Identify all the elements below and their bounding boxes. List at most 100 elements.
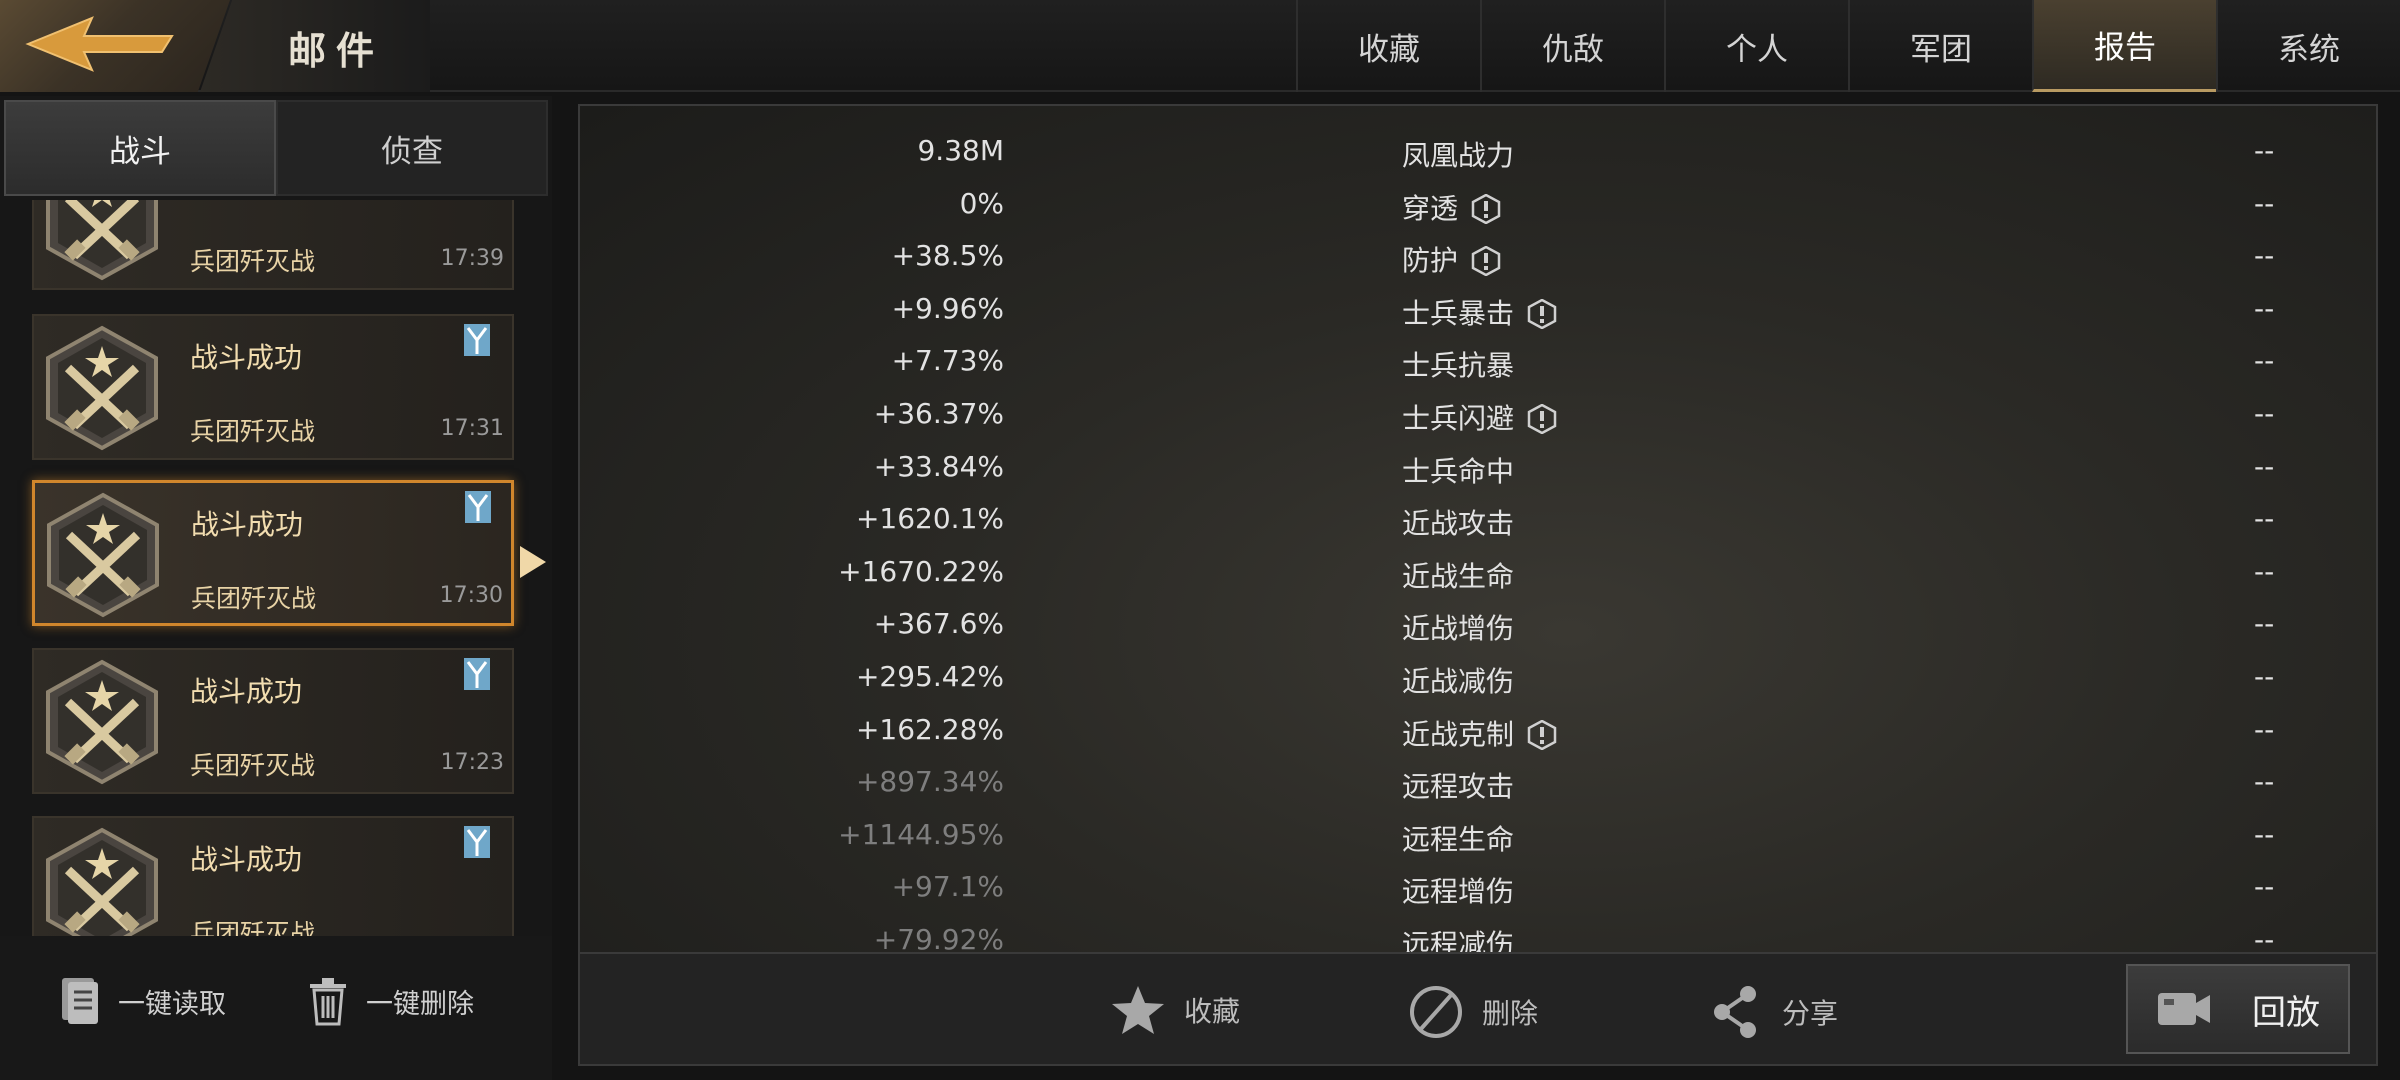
back-arrow-icon [25, 16, 174, 72]
stat-opponent-value: -- [2254, 239, 2275, 273]
mail-item[interactable]: 战斗成功 兵团歼灭战 [32, 816, 514, 936]
stat-value: +162.28% [855, 712, 1004, 746]
mail-time: 17:39 [440, 246, 504, 271]
report-stats-table[interactable]: 9.38M 凤凰战力 -- 0% 穿透 -- +38.5% 防护 -- +9.9… [580, 106, 2376, 952]
mail-item[interactable]: 战斗成功 兵团歼灭战 17:31 [32, 314, 514, 460]
info-icon[interactable] [1527, 719, 1557, 750]
share-label: 分享 [1782, 997, 1839, 1030]
stat-row: +1620.1% 近战攻击 -- [580, 496, 2376, 548]
stat-name: 士兵抗暴 [1402, 349, 1515, 383]
stat-name: 远程减伤 [1402, 928, 1515, 952]
stat-value: 0% [959, 186, 1004, 220]
stat-opponent-value: -- [2254, 397, 2275, 430]
mail-subtitle: 兵团歼灭战 [190, 751, 316, 780]
page-title: 邮件 [288, 29, 385, 73]
stat-row: +1670.22% 近战生命 -- [580, 549, 2376, 601]
stat-opponent-value: -- [2254, 134, 2275, 167]
stat-value: +97.1% [891, 870, 1004, 904]
mail-item[interactable]: 战斗成功 兵团歼灭战 17:23 [32, 648, 514, 794]
stat-value: 9.38M [917, 134, 1004, 167]
tab-legion[interactable]: 军团 [1848, 0, 2032, 92]
stat-name: 防护 [1402, 244, 1459, 278]
stat-value: +1144.95% [838, 817, 1004, 851]
stat-opponent-value: -- [2254, 449, 2275, 483]
mail-time: 17:30 [439, 583, 503, 608]
stat-name-wrap: 远程攻击 [1402, 765, 1514, 805]
info-icon[interactable] [1527, 298, 1557, 329]
battle-medal-icon [40, 200, 164, 282]
legion-flag-icon [462, 824, 492, 860]
stat-name: 近战生命 [1402, 559, 1515, 593]
delete-label: 删除 [1482, 997, 1539, 1030]
stat-name-wrap: 近战克制 [1402, 713, 1557, 753]
stat-value: +36.37% [873, 397, 1004, 430]
stat-row-partial [580, 106, 2376, 124]
stat-row: 9.38M 凤凰战力 -- [580, 128, 2376, 180]
tab-enemies[interactable]: 仇敌 [1480, 0, 1664, 92]
mail-time: 17:23 [440, 750, 504, 775]
stat-name: 士兵闪避 [1402, 402, 1515, 435]
stat-name-wrap: 远程生命 [1402, 818, 1514, 858]
mail-subtitle: 兵团歼灭战 [190, 417, 316, 446]
mail-sidebar: 战斗 侦查 战斗成功 兵团歼灭战 17:39 战斗成功 兵团歼灭战 17:31 … [0, 96, 552, 1080]
mail-list[interactable]: 战斗成功 兵团歼灭战 17:39 战斗成功 兵团歼灭战 17:31 战斗成功 兵… [0, 200, 552, 936]
battle-medal-icon [40, 826, 164, 936]
prohibit-icon [1410, 986, 1462, 1038]
read-all-button[interactable]: 一键读取 [58, 976, 226, 1026]
delete-all-label: 一键删除 [366, 988, 474, 1020]
stat-name-wrap: 防护 [1402, 239, 1501, 279]
tab-reports[interactable]: 报告 [2032, 0, 2216, 92]
tab-system[interactable]: 系统 [2216, 0, 2400, 92]
stat-opponent-value: -- [2254, 923, 2275, 952]
top-bar: 邮件 收藏 仇敌 个人 军团 报告 系统 [0, 0, 2400, 92]
stat-name: 士兵暴击 [1402, 296, 1515, 330]
stat-name: 近战增伤 [1402, 612, 1515, 646]
stat-row: +897.34% 远程攻击 -- [580, 759, 2376, 811]
mail-title: 战斗成功 [190, 341, 303, 374]
stat-value: +7.73% [891, 344, 1004, 378]
info-icon[interactable] [1471, 193, 1501, 224]
read-all-label: 一键读取 [118, 988, 226, 1020]
stat-name-wrap: 士兵闪避 [1402, 397, 1557, 437]
stat-name: 近战克制 [1402, 717, 1515, 751]
stat-name: 凤凰战力 [1402, 139, 1515, 172]
battle-medal-icon [40, 324, 164, 452]
favorite-button[interactable]: 收藏 [1110, 984, 1240, 1036]
stat-row: +97.1% 远程增伤 -- [580, 864, 2376, 916]
stat-name-wrap: 远程增伤 [1402, 870, 1514, 910]
report-action-bar: 收藏 删除 分享 回放 [580, 952, 2376, 1064]
stat-name: 远程增伤 [1402, 875, 1515, 909]
stat-opponent-value: -- [2254, 186, 2275, 220]
stat-opponent-value: -- [2254, 344, 2275, 378]
mail-subtitle: 兵团歼灭战 [190, 247, 316, 276]
share-icon [1714, 986, 1756, 1038]
mail-item[interactable]: 战斗成功 兵团歼灭战 17:30 [32, 480, 514, 626]
info-icon[interactable] [1527, 404, 1557, 434]
stat-row: +367.6% 近战增伤 -- [580, 601, 2376, 653]
stat-name: 近战攻击 [1402, 507, 1515, 541]
stat-name: 穿透 [1402, 191, 1459, 225]
battle-medal-icon [41, 491, 165, 619]
legion-flag-icon [462, 656, 492, 692]
stat-row: +1144.95% 远程生命 -- [580, 812, 2376, 864]
stat-value: +295.42% [855, 660, 1004, 693]
delete-all-button[interactable]: 一键删除 [306, 976, 474, 1026]
stat-opponent-value: -- [2254, 870, 2275, 904]
stat-row: +295.42% 近战减伤 -- [580, 654, 2376, 706]
mail-item[interactable]: 战斗成功 兵团歼灭战 17:39 [32, 200, 514, 290]
selection-arrow-icon [520, 546, 546, 578]
subtab-battle[interactable]: 战斗 [4, 100, 276, 196]
stat-row: +9.96% 士兵暴击 -- [580, 286, 2376, 338]
stat-name: 远程生命 [1402, 822, 1515, 856]
info-icon[interactable] [1471, 246, 1501, 277]
tab-favorites[interactable]: 收藏 [1296, 0, 1480, 92]
delete-button[interactable]: 删除 [1408, 984, 1538, 1040]
share-button[interactable]: 分享 [1708, 984, 1838, 1040]
stat-opponent-value: -- [2254, 765, 2275, 799]
tab-personal[interactable]: 个人 [1664, 0, 1848, 92]
subtab-scout[interactable]: 侦查 [276, 100, 548, 196]
sidebar-footer: 一键读取 一键删除 [0, 936, 552, 1080]
back-button[interactable] [0, 0, 230, 92]
stat-name-wrap: 近战增伤 [1402, 607, 1514, 647]
replay-button[interactable]: 回放 [2126, 964, 2350, 1054]
